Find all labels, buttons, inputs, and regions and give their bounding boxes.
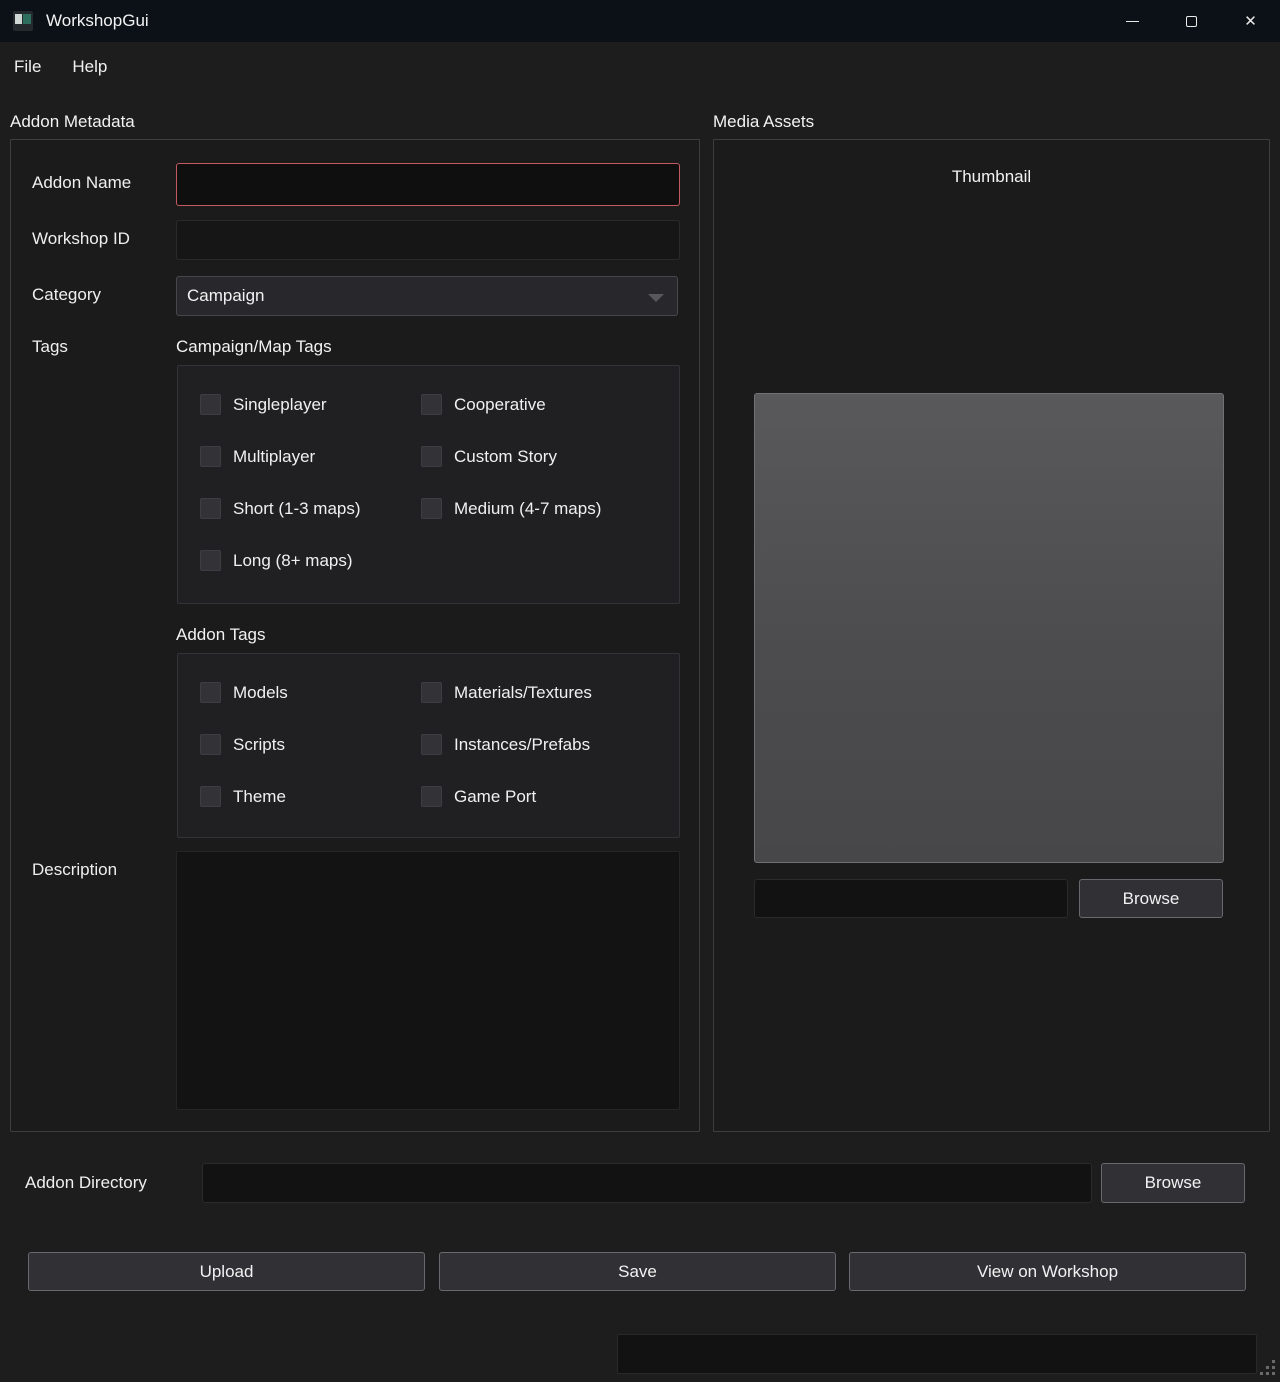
checkbox-label: Game Port [454, 787, 536, 807]
close-icon: ✕ [1244, 14, 1257, 29]
checkbox-label: Theme [233, 787, 286, 807]
campaign-tags-title: Campaign/Map Tags [176, 337, 332, 357]
checkbox-box [421, 498, 442, 519]
checkbox-long-maps[interactable]: Long (8+ maps) [200, 550, 421, 571]
titlebar: WorkshopGui ✕ [0, 0, 1280, 42]
menu-help[interactable]: Help [72, 57, 107, 77]
campaign-tags-group: Singleplayer Cooperative Multiplayer Cus… [177, 365, 680, 604]
checkbox-multiplayer[interactable]: Multiplayer [200, 446, 421, 467]
thumbnail-label: Thumbnail [714, 167, 1269, 187]
window-title: WorkshopGui [46, 11, 149, 31]
checkbox-game-port[interactable]: Game Port [421, 786, 679, 807]
status-input[interactable] [617, 1334, 1257, 1374]
thumbnail-browse-label: Browse [1123, 889, 1180, 909]
checkbox-box [200, 786, 221, 807]
category-label: Category [32, 285, 101, 305]
addon-tags-group: Models Materials/Textures Scripts Instan… [177, 653, 680, 838]
close-button[interactable]: ✕ [1221, 0, 1280, 42]
checkbox-box [200, 550, 221, 571]
checkbox-box [421, 394, 442, 415]
minimize-button[interactable] [1103, 0, 1162, 42]
checkbox-box [421, 682, 442, 703]
chevron-down-icon [648, 294, 664, 302]
addon-tags-title: Addon Tags [176, 625, 265, 645]
checkbox-singleplayer[interactable]: Singleplayer [200, 394, 421, 415]
menu-file[interactable]: File [14, 57, 41, 77]
upload-button[interactable]: Upload [28, 1252, 425, 1291]
addon-directory-label: Addon Directory [25, 1173, 147, 1193]
addon-directory-browse-button[interactable]: Browse [1101, 1163, 1245, 1203]
view-on-workshop-button-label: View on Workshop [977, 1262, 1118, 1282]
save-button-label: Save [618, 1262, 657, 1282]
media-assets-panel: Thumbnail Browse [713, 139, 1270, 1132]
checkbox-short-maps[interactable]: Short (1-3 maps) [200, 498, 421, 519]
checkbox-box [200, 682, 221, 703]
checkbox-box [200, 394, 221, 415]
menubar: File Help [0, 42, 1280, 92]
checkbox-label: Scripts [233, 735, 285, 755]
upload-button-label: Upload [200, 1262, 254, 1282]
checkbox-custom-story[interactable]: Custom Story [421, 446, 679, 467]
checkbox-label: Short (1-3 maps) [233, 499, 361, 519]
thumbnail-browse-button[interactable]: Browse [1079, 879, 1223, 918]
workshop-id-input[interactable] [176, 220, 680, 260]
view-on-workshop-button[interactable]: View on Workshop [849, 1252, 1246, 1291]
checkbox-label: Materials/Textures [454, 683, 592, 703]
checkbox-box [200, 498, 221, 519]
save-button[interactable]: Save [439, 1252, 836, 1291]
checkbox-label: Multiplayer [233, 447, 315, 467]
app-icon [13, 11, 33, 31]
minimize-icon [1126, 21, 1139, 22]
maximize-icon [1186, 16, 1197, 27]
addon-directory-browse-label: Browse [1145, 1173, 1202, 1193]
checkbox-label: Instances/Prefabs [454, 735, 590, 755]
addon-directory-input[interactable] [202, 1163, 1092, 1203]
checkbox-label: Long (8+ maps) [233, 551, 353, 571]
checkbox-cooperative[interactable]: Cooperative [421, 394, 679, 415]
description-textarea[interactable] [176, 851, 680, 1110]
checkbox-box [200, 446, 221, 467]
checkbox-box [421, 446, 442, 467]
checkbox-label: Cooperative [454, 395, 546, 415]
checkbox-instances-prefabs[interactable]: Instances/Prefabs [421, 734, 679, 755]
category-dropdown[interactable]: Campaign [176, 276, 678, 316]
addon-name-label: Addon Name [32, 173, 131, 193]
checkbox-box [200, 734, 221, 755]
window-controls: ✕ [1103, 0, 1280, 42]
checkbox-box [421, 734, 442, 755]
description-label: Description [32, 860, 117, 880]
checkbox-materials-textures[interactable]: Materials/Textures [421, 682, 679, 703]
workshop-id-label: Workshop ID [32, 229, 130, 249]
checkbox-label: Singleplayer [233, 395, 327, 415]
thumbnail-preview [754, 393, 1224, 863]
checkbox-box [421, 786, 442, 807]
checkbox-models[interactable]: Models [200, 682, 421, 703]
metadata-section-title: Addon Metadata [10, 112, 135, 132]
resize-grip-icon[interactable] [1260, 1360, 1276, 1376]
checkbox-label: Medium (4-7 maps) [454, 499, 601, 519]
checkbox-label: Custom Story [454, 447, 557, 467]
checkbox-medium-maps[interactable]: Medium (4-7 maps) [421, 498, 679, 519]
maximize-button[interactable] [1162, 0, 1221, 42]
checkbox-label: Models [233, 683, 288, 703]
tags-label: Tags [32, 337, 68, 357]
category-selected-value: Campaign [187, 286, 265, 306]
addon-metadata-panel: Addon Name Workshop ID Category Campaign… [10, 139, 700, 1132]
thumbnail-path-input[interactable] [754, 879, 1068, 918]
checkbox-scripts[interactable]: Scripts [200, 734, 421, 755]
media-section-title: Media Assets [713, 112, 814, 132]
addon-name-input[interactable] [176, 163, 680, 206]
checkbox-theme[interactable]: Theme [200, 786, 421, 807]
